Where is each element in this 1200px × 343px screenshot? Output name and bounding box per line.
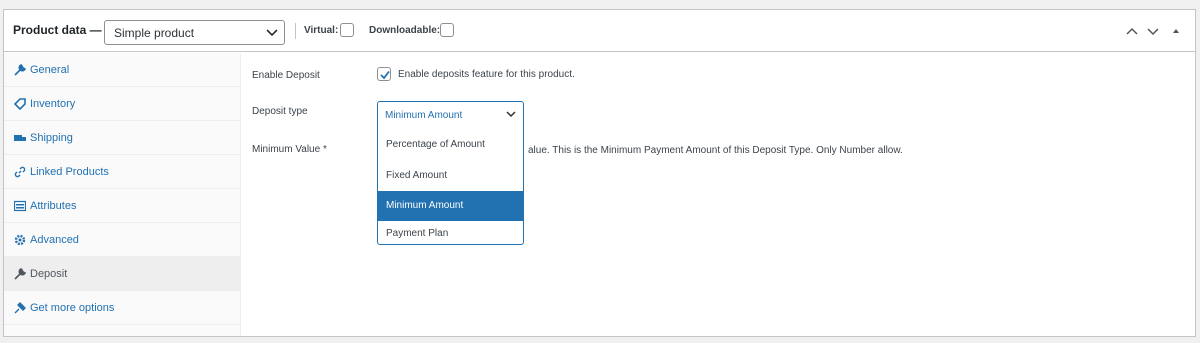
wrench-icon [14,64,26,76]
deposit-type-label: Deposit type [252,106,308,117]
option-label: Percentage of Amount [386,139,485,150]
tab-label: Deposit [30,268,68,280]
virtual-label: Virtual: [304,25,339,36]
tab-linked-products[interactable]: Linked Products [4,155,241,189]
minimum-value-label: Minimum Value * [252,144,327,155]
downloadable-checkbox[interactable] [440,23,454,37]
enable-deposit-checkbox[interactable] [377,67,391,81]
option-percentage-of-amount[interactable]: Percentage of Amount [378,130,523,160]
option-payment-plan[interactable]: Payment Plan [378,221,523,244]
tab-shipping[interactable]: Shipping [4,121,241,155]
enable-deposit-label: Enable Deposit [252,70,320,81]
product-data-header: Product data — Simple product Virtual: D… [4,10,1195,52]
product-data-tabs: General Inventory Shipping Linked Produc… [4,53,241,336]
tab-advanced[interactable]: Advanced [4,223,241,257]
header-divider [295,23,296,39]
gear-icon [14,234,26,246]
option-label: Payment Plan [386,228,449,239]
tab-label: Linked Products [30,166,109,178]
truck-icon [14,135,26,141]
tag-icon [14,98,26,110]
move-up-icon[interactable] [1125,24,1139,38]
tab-attributes[interactable]: Attributes [4,189,241,223]
deposit-type-select[interactable]: Minimum Amount [378,102,523,126]
wrench-icon [14,268,26,280]
tab-label: Shipping [30,132,73,144]
product-type-select[interactable]: Simple product [104,20,285,45]
product-data-title: Product data — [13,23,102,37]
tab-deposit[interactable]: Deposit [4,257,241,291]
deposit-type-dropdown[interactable]: Minimum Amount Percentage of Amount Fixe… [377,101,524,245]
tab-general[interactable]: General [4,53,241,87]
list-icon [14,200,26,212]
product-data-panel: Product data — Simple product Virtual: D… [3,9,1196,337]
tab-label: General [30,64,70,76]
collapse-toggle-icon[interactable] [1169,24,1183,38]
chevron-down-icon [506,111,516,118]
product-type-value: Simple product [114,26,195,40]
checkmark-icon [380,70,390,80]
chevron-down-icon [266,29,278,37]
tab-get-more-options[interactable]: Get more options [4,291,241,325]
option-label: Minimum Amount [386,200,464,211]
tab-label: Advanced [30,234,79,246]
enable-deposit-text: Enable deposits feature for this product… [398,69,575,80]
link-icon [14,166,26,178]
plugin-icon [14,302,26,314]
option-minimum-amount[interactable]: Minimum Amount [378,191,523,221]
option-fixed-amount[interactable]: Fixed Amount [378,161,523,191]
tab-label: Attributes [30,200,77,212]
option-label: Fixed Amount [386,170,448,181]
move-down-icon[interactable] [1146,24,1160,38]
tab-label: Get more options [30,302,115,314]
downloadable-label: Downloadable: [369,25,441,36]
virtual-checkbox[interactable] [340,23,354,37]
deposit-type-value: Minimum Amount [385,110,463,121]
tab-label: Inventory [30,98,76,110]
minimum-value-description: alue. This is the Minimum Payment Amount… [528,145,903,156]
tab-inventory[interactable]: Inventory [4,87,241,121]
